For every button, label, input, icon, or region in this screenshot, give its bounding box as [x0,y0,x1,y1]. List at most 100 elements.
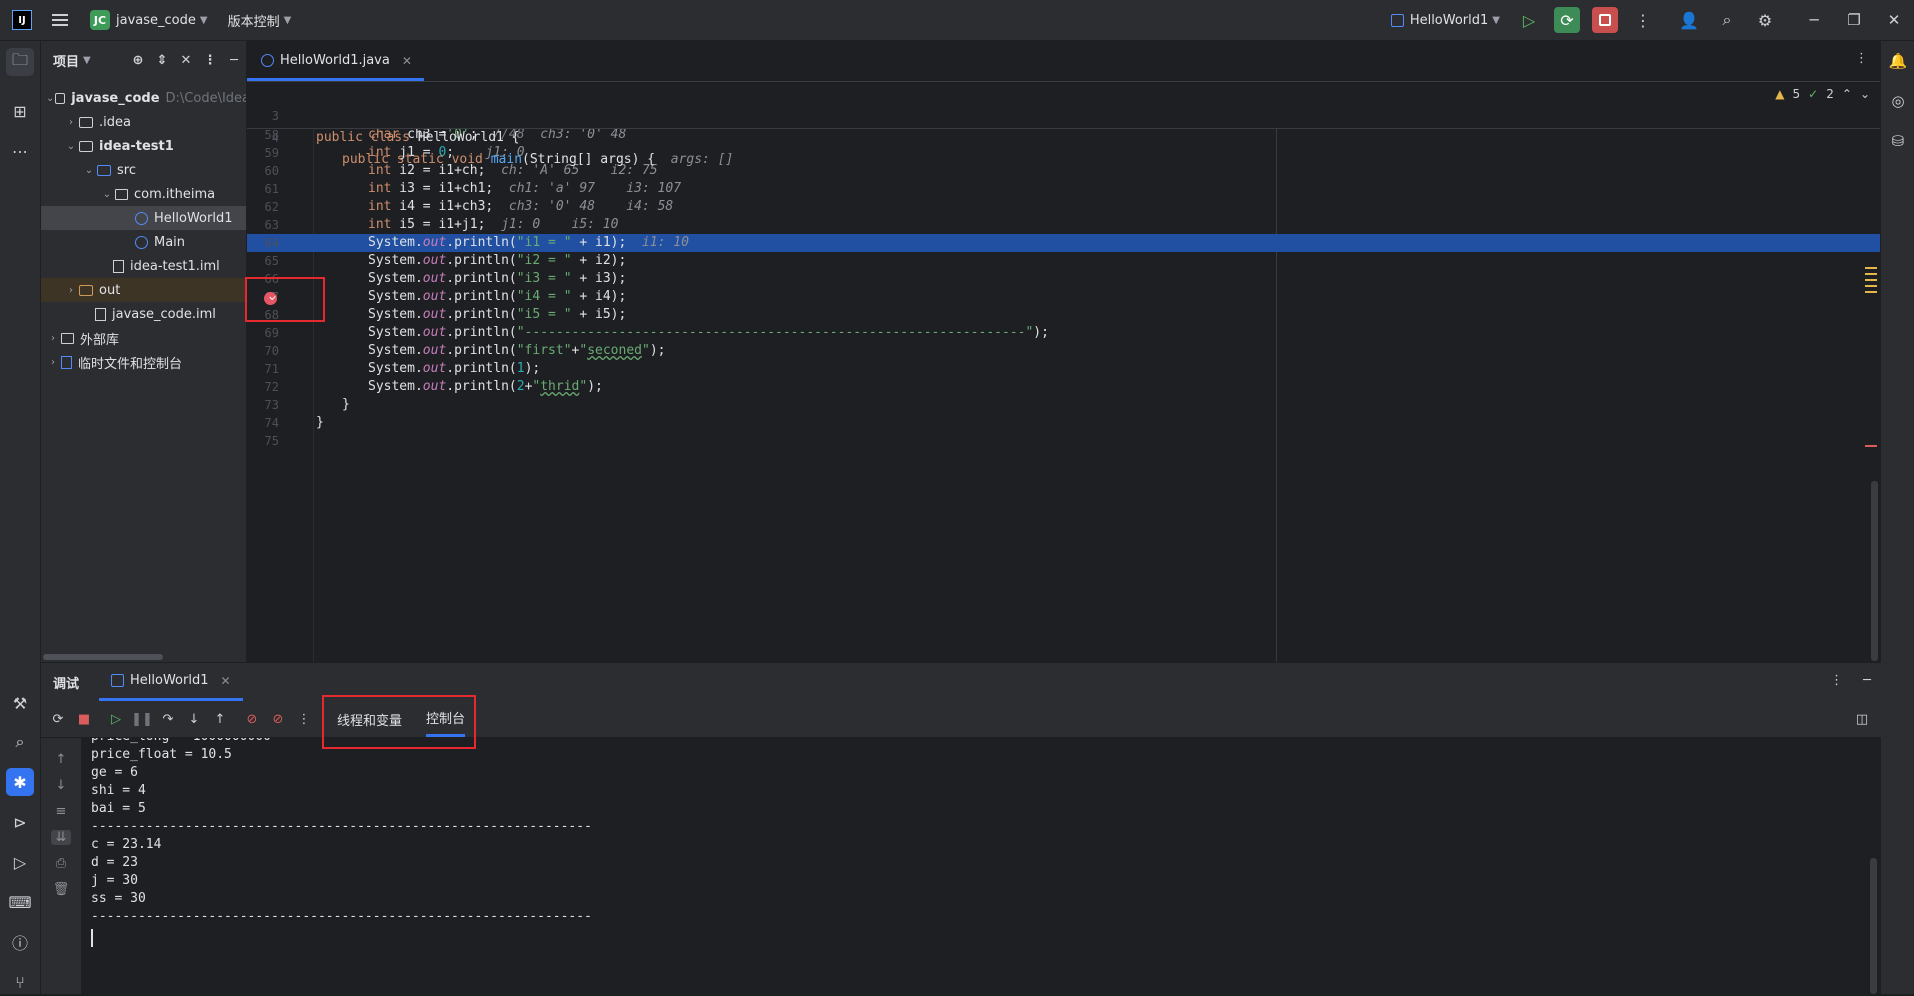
code-with-me-icon[interactable]: 👤 [1676,7,1702,33]
mute-breakpoints-icon[interactable]: ⊘ [265,712,291,727]
code-line[interactable]: 61 int i3 = i1+ch1; ch1: 'a' 97 i3: 107 [247,180,1880,198]
terminal-icon[interactable]: ⌨ [6,888,34,916]
tree-item-javase-iml[interactable]: javase_code.iml [41,302,246,326]
console-output[interactable]: price_long = 1000000000price_float = 10.… [81,738,1881,994]
build-hammer-icon[interactable]: ⚒ [6,689,34,717]
sticky-line[interactable]: 4 public static void main(String[] args)… [247,105,1880,167]
notifications-bell-icon[interactable]: 🔔 [1886,49,1910,73]
tree-item-out[interactable]: › out [41,278,246,302]
rerun-icon[interactable]: ⟳ [45,712,71,727]
tree-item-javase-code[interactable]: ⌄ javase_code D:\Code\Idea [41,86,246,110]
console-vertical-scrollbar[interactable] [1870,858,1877,994]
next-highlight-icon[interactable]: ⌄ [1860,87,1870,101]
close-tab-icon[interactable]: ✕ [221,674,231,688]
hide-panel-icon[interactable]: ─ [222,53,246,68]
code-line[interactable]: 62 int i4 = i1+ch3; ch3: '0' 48 i4: 58 [247,198,1880,216]
minimize-window-icon[interactable]: ─ [1794,11,1834,29]
code-line[interactable]: 71 System.out.println(1); [247,360,1880,378]
code-line[interactable]: 66 System.out.println("i3 = " + i3); [247,270,1880,288]
scroll-down-icon[interactable]: ↓ [51,778,71,793]
tab-options-icon[interactable]: ⋮ [1855,51,1868,66]
debug-options-icon[interactable]: ⋮ [1830,673,1843,688]
database-icon[interactable]: ⛁ [1886,129,1910,153]
collapse-all-icon[interactable]: ✕ [174,53,198,68]
previous-highlight-icon[interactable]: ⌃ [1842,87,1852,101]
resume-icon[interactable]: ▷ [103,712,129,727]
code-line[interactable]: 64 System.out.println("i1 = " + i1); i1: … [247,234,1880,252]
code-line[interactable]: 73} [247,396,1880,414]
rerun-debug-icon[interactable]: ⟳ [1554,7,1580,33]
scroll-to-end-icon[interactable]: ⇊ [51,830,71,845]
sticky-line[interactable]: 3 public class HelloWorld1 { [247,83,1880,145]
services-icon[interactable]: ⊳ [6,808,34,836]
find-icon[interactable]: ⌕ [6,728,34,756]
ai-assistant-icon[interactable]: ◎ [1886,89,1910,113]
tree-item-external-libs[interactable]: › 外部库 [41,326,246,350]
error-stripe-mark[interactable] [1865,445,1877,447]
problems-icon[interactable]: ⓘ [6,928,34,956]
search-icon[interactable]: ⌕ [1714,7,1740,33]
clear-all-icon[interactable]: 🗑 [51,882,71,897]
code-line[interactable]: 70 System.out.println("first"+"seconed"); [247,342,1880,360]
run-tool-icon[interactable]: ▷ [6,848,34,876]
restore-window-icon[interactable]: ❐ [1834,11,1874,29]
code-line[interactable]: 74} [247,414,1880,432]
expand-all-icon[interactable]: ⇕ [150,53,174,68]
settings-gear-icon[interactable]: ⚙ [1752,7,1778,33]
more-tools-icon[interactable]: ⋯ [6,137,34,165]
tree-item-idea-test1[interactable]: ⌄ idea-test1 [41,134,246,158]
print-icon[interactable]: ⎙ [51,856,71,871]
error-stripe-mark[interactable] [1865,267,1877,269]
project-switcher[interactable]: JC javase_code ▼ [90,10,208,30]
debug-tool-icon[interactable]: ✱ [6,768,34,796]
tree-item-helloworld1[interactable]: HelloWorld1 [41,206,246,230]
code-line[interactable]: 72 System.out.println(2+"thrid"); [247,378,1880,396]
close-tab-icon[interactable]: ✕ [402,54,412,68]
git-icon[interactable]: ⑂ [6,968,34,996]
tree-item-scratches[interactable]: › 临时文件和控制台 [41,350,246,374]
tree-item-idea[interactable]: › .idea [41,110,246,134]
stop-icon[interactable]: ■ [71,712,97,727]
debug-session-tab[interactable]: HelloWorld1 ✕ [99,663,243,701]
code-line[interactable]: 69 System.out.println("------------------… [247,324,1880,342]
stop-button[interactable] [1592,7,1618,33]
resume-program-icon[interactable]: ▷ [1516,7,1542,33]
vcs-menu[interactable]: 版本控制 ▼ [228,11,292,30]
code-line[interactable]: 68 System.out.println("i5 = " + i5); [247,306,1880,324]
error-stripe-mark[interactable] [1865,291,1877,293]
view-breakpoints-icon[interactable]: ⊘ [239,712,265,727]
layout-settings-icon[interactable]: ◫ [1849,712,1875,727]
editor-tab-helloworld1[interactable]: HelloWorld1.java ✕ [247,43,424,81]
code-line[interactable]: 75 [247,432,1880,450]
more-actions-icon[interactable]: ⋮ [1630,7,1656,33]
tree-item-src[interactable]: ⌄ src [41,158,246,182]
project-tool-icon[interactable]: 🗀 [6,48,34,76]
pause-icon[interactable]: ❚❚ [129,712,155,727]
scroll-up-icon[interactable]: ↑ [51,752,71,767]
code-line[interactable]: 63 int i5 = i1+j1; j1: 0 i5: 10 [247,216,1880,234]
run-config-selector[interactable]: HelloWorld1 ▼ [1390,13,1500,28]
tree-item-main[interactable]: Main [41,230,246,254]
error-stripe-mark[interactable] [1865,273,1877,275]
inspection-widget[interactable]: ▲ 5 ✓ 2 ⌃ ⌄ [1775,87,1870,101]
tree-item-iml[interactable]: idea-test1.iml [41,254,246,278]
error-stripe-mark[interactable] [1865,285,1877,287]
options-icon[interactable]: ⋮ [198,53,222,68]
error-stripe-mark[interactable] [1865,279,1877,281]
tree-item-package[interactable]: ⌄ com.itheima [41,182,246,206]
project-horizontal-scrollbar[interactable] [43,654,163,660]
step-over-icon[interactable]: ↷ [155,712,181,727]
step-into-icon[interactable]: ↓ [181,712,207,727]
code-line[interactable]: 65 System.out.println("i2 = " + i2); [247,252,1880,270]
structure-tool-icon[interactable]: ⊞ [6,97,34,125]
close-window-icon[interactable]: ✕ [1874,11,1914,29]
step-out-icon[interactable]: ↑ [207,712,233,727]
locate-icon[interactable]: ⊕ [126,53,150,68]
intellij-logo-icon[interactable]: IJ [12,10,32,30]
code-line[interactable]: 67System.out.println("i4 = " + i4); [247,288,1880,306]
soft-wrap-icon[interactable]: ≡ [51,804,71,819]
main-menu-icon[interactable] [52,14,68,26]
more-options-icon[interactable]: ⋮ [291,712,317,727]
project-panel-title[interactable]: 项目 [53,51,79,70]
chevron-down-icon[interactable]: ▼ [83,55,91,66]
